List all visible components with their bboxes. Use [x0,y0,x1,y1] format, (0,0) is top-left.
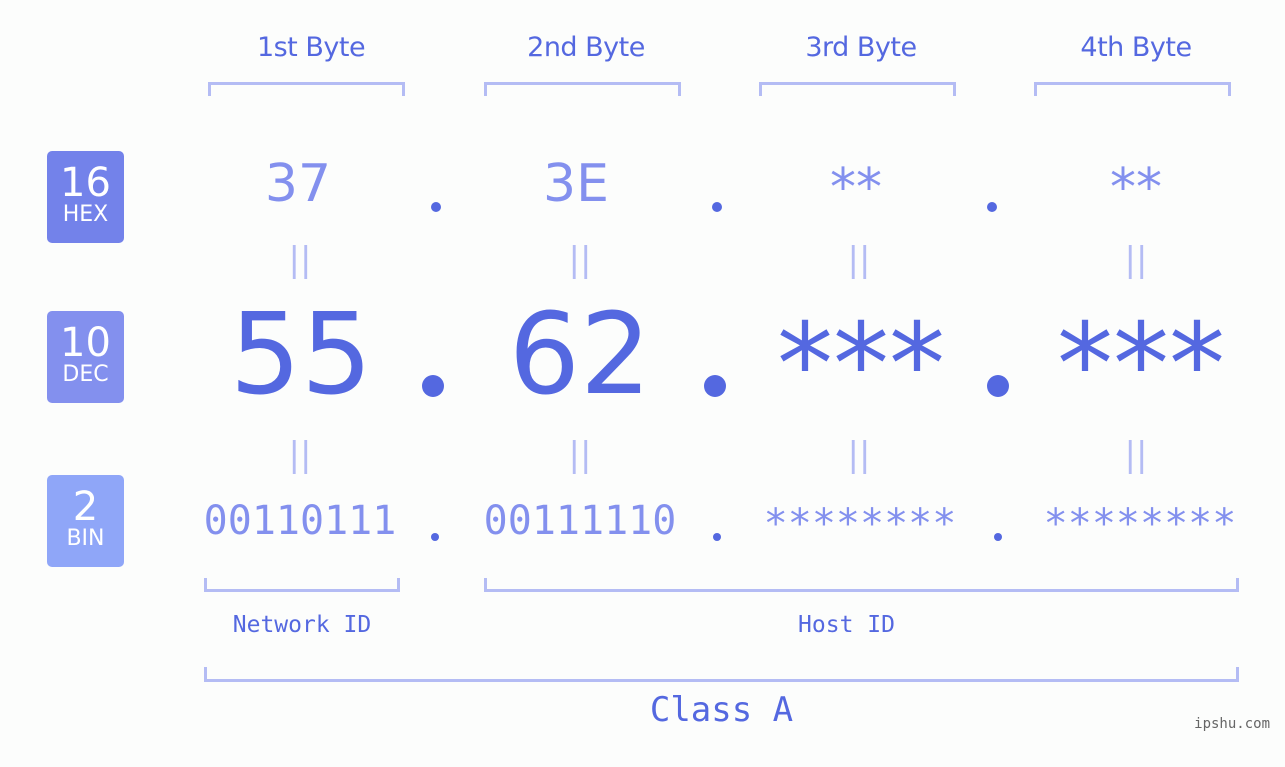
bin-value-2: 00111110 [483,498,677,544]
hex-separator-dot [712,202,722,212]
hex-separator-dot [431,202,441,212]
hex-separator-dot [987,202,997,212]
equals-icon: || [847,435,871,475]
hex-value-1: 37 [264,154,332,214]
hex-badge: 16 HEX [47,151,124,243]
bin-value-4: ******** [1043,501,1237,547]
dec-value-1: 55 [229,290,373,420]
dec-value-4: *** [1057,300,1225,430]
host-id-bracket [484,578,1239,592]
bin-value-1: 00110111 [203,498,397,544]
byte-header-3: 3rd Byte [805,32,917,63]
equals-icon: || [847,240,871,280]
dec-badge-number: 10 [60,320,111,366]
dec-separator-dot [987,375,1009,397]
bin-badge-number: 2 [72,484,99,530]
equals-icon: || [288,240,312,280]
equals-icon: || [568,240,592,280]
byte-bracket-2 [484,82,681,96]
bin-badge: 2 BIN [47,475,124,567]
dec-value-2: 62 [508,290,652,420]
equals-icon: || [568,435,592,475]
equals-icon: || [288,435,312,475]
byte-header-1: 1st Byte [256,32,366,63]
dec-value-3: *** [777,300,945,430]
byte-bracket-4 [1034,82,1231,96]
bin-separator-dot [994,533,1002,541]
watermark: ipshu.com [1194,716,1270,732]
hex-value-4: ** [1110,158,1162,218]
dec-badge: 10 DEC [47,311,124,403]
byte-header-2: 2nd Byte [527,32,645,63]
ip-class-label: Class A [649,690,794,730]
equals-icon: || [1124,240,1148,280]
hex-badge-number: 16 [60,160,111,206]
dec-separator-dot [422,375,444,397]
bin-separator-dot [713,533,721,541]
byte-bracket-3 [759,82,956,96]
dec-badge-label: DEC [62,362,109,387]
bin-value-3: ******** [763,501,957,547]
byte-header-4: 4th Byte [1080,32,1192,63]
hex-value-2: 3E [543,154,609,214]
hex-value-3: ** [830,158,882,218]
equals-icon: || [1124,435,1148,475]
byte-bracket-1 [208,82,405,96]
host-id-label: Host ID [798,612,895,638]
network-id-bracket [204,578,400,592]
network-id-label: Network ID [232,612,372,638]
dec-separator-dot [704,375,726,397]
class-bracket [204,667,1239,682]
bin-badge-label: BIN [66,526,105,551]
bin-separator-dot [431,533,439,541]
hex-badge-label: HEX [62,202,109,227]
